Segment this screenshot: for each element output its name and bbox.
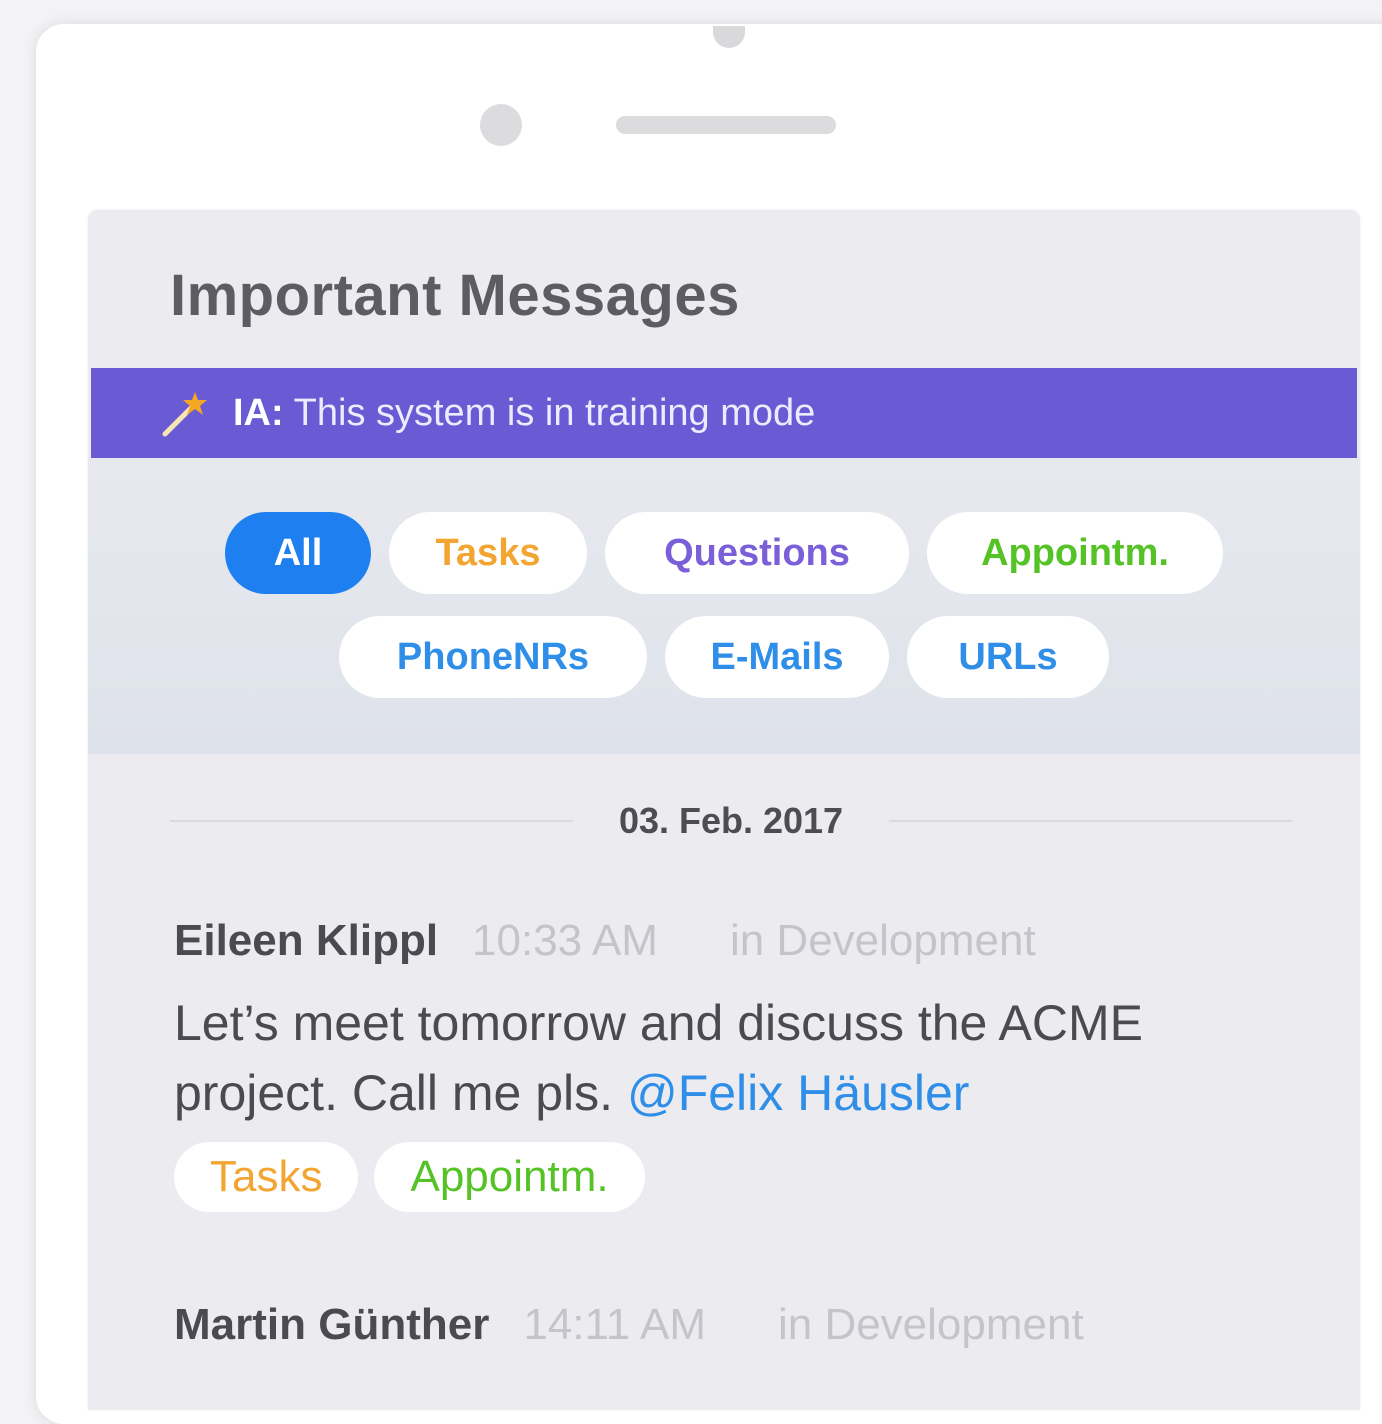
message-header: Eileen Klippl 10:33 AM in Development	[174, 916, 1334, 966]
message-time: 14:11 AM	[523, 1300, 706, 1349]
divider	[889, 820, 1293, 822]
banner-text: This system is in training mode	[293, 391, 816, 434]
message-sender[interactable]: Eileen Klippl	[174, 916, 438, 966]
panel-title: Important Messages	[170, 263, 740, 328]
device-sensor	[713, 26, 745, 48]
filter-chip-appointments[interactable]: Appointm.	[927, 512, 1223, 594]
date-label: 03. Feb. 2017	[618, 800, 844, 841]
message-time: 10:33 AM	[472, 916, 658, 965]
magic-wand-icon	[162, 392, 207, 437]
message-item[interactable]: Martin Günther 14:11 AM in Development	[174, 1300, 1334, 1350]
message-channel[interactable]: in Development	[730, 916, 1036, 966]
message-header: Martin Günther 14:11 AM in Development	[174, 1300, 1334, 1350]
filter-chip-all[interactable]: All	[225, 512, 371, 594]
filter-chip-phonenrs[interactable]: PhoneNRs	[339, 616, 647, 698]
device-speaker	[616, 116, 836, 134]
message-channel[interactable]: in Development	[778, 1300, 1084, 1350]
filter-chip-label: E-Mails	[710, 635, 844, 678]
user-mention[interactable]: @Felix Häusler	[627, 1065, 970, 1121]
important-messages-panel: Important Messages IA: This system is in…	[88, 210, 1360, 1410]
divider	[170, 820, 573, 822]
message-tag-tasks[interactable]: Tasks	[174, 1142, 359, 1212]
filter-chip-label: Questions	[664, 531, 850, 574]
filter-chip-questions[interactable]: Questions	[605, 512, 909, 594]
message-body: Let’s meet tomorrow and discuss the ACME…	[174, 988, 1304, 1128]
filter-row: PhoneNRs E-Mails URLs	[88, 616, 1360, 698]
filter-chip-label: PhoneNRs	[396, 635, 590, 678]
filter-chip-label: Appointm.	[981, 531, 1169, 574]
filter-chip-urls[interactable]: URLs	[907, 616, 1109, 698]
message-item[interactable]: Eileen Klippl 10:33 AM in Development Le…	[174, 916, 1334, 1212]
tag-label: Tasks	[210, 1152, 323, 1201]
filter-bar: All Tasks Questions Appointm. PhoneNRs E…	[88, 458, 1360, 754]
filter-chip-label: Tasks	[435, 531, 541, 574]
device-camera	[480, 104, 522, 146]
filter-chip-label: All	[273, 531, 323, 574]
filter-chip-label: URLs	[958, 635, 1058, 678]
date-separator: 03. Feb. 2017	[170, 800, 1293, 842]
filter-row: All Tasks Questions Appointm.	[88, 512, 1360, 594]
ia-training-banner: IA: This system is in training mode	[91, 368, 1357, 458]
message-tag-appointments[interactable]: Appointm.	[374, 1142, 645, 1212]
message-tags: Tasks Appointm.	[174, 1142, 1334, 1212]
banner-label: IA:	[233, 391, 284, 434]
message-sender[interactable]: Martin Günther	[174, 1300, 489, 1350]
tag-label: Appointm.	[410, 1152, 609, 1201]
filter-chip-emails[interactable]: E-Mails	[665, 616, 889, 698]
filter-chip-tasks[interactable]: Tasks	[389, 512, 587, 594]
